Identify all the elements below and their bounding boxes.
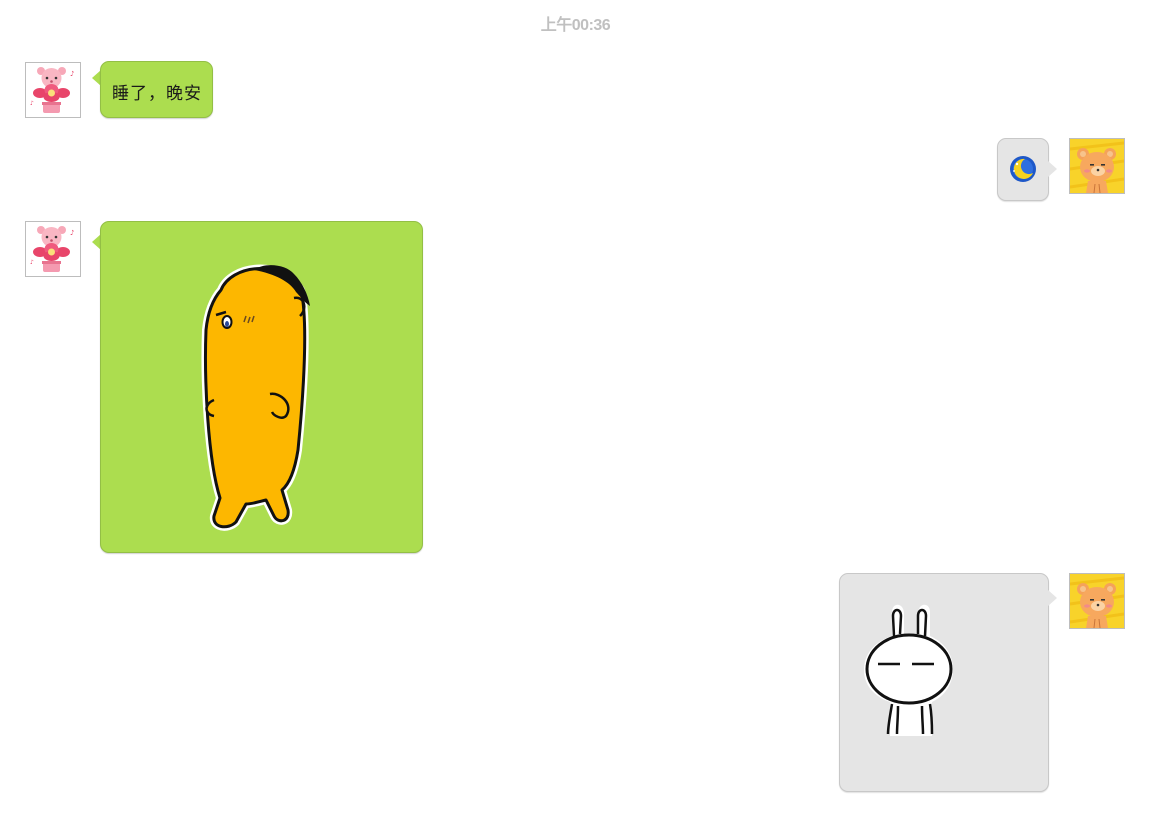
svg-text:♪: ♪: [30, 100, 34, 107]
walking-yellow-blob-sticker-icon: [201, 264, 310, 531]
rabbit-sticker-icon: [864, 604, 954, 736]
bubble-tail: [1048, 161, 1057, 177]
svg-text:♪: ♪: [70, 229, 74, 237]
bubble-tail: [1048, 590, 1057, 606]
contact-avatar[interactable]: ♪ ♪: [25, 221, 81, 277]
orange-bear-avatar-icon: [1070, 574, 1124, 628]
message-bubble[interactable]: [997, 138, 1049, 201]
my-avatar[interactable]: [1069, 138, 1125, 194]
moon-emoji-icon: [1010, 156, 1036, 182]
message-text: 睡了，晚安: [112, 84, 202, 104]
svg-text:♪: ♪: [30, 259, 34, 266]
my-avatar[interactable]: [1069, 573, 1125, 629]
message-bubble[interactable]: [100, 221, 423, 553]
orange-bear-avatar-icon: [1070, 139, 1124, 193]
message-timestamp: 上午00:36: [540, 17, 611, 34]
pink-bear-flower-avatar-icon: ♪ ♪: [26, 63, 80, 117]
svg-text:♪: ♪: [70, 70, 74, 78]
message-bubble[interactable]: 睡了，晚安: [100, 61, 213, 118]
pink-bear-flower-avatar-icon: ♪ ♪: [26, 222, 80, 276]
contact-avatar[interactable]: ♪ ♪: [25, 62, 81, 118]
message-bubble[interactable]: [839, 573, 1049, 792]
